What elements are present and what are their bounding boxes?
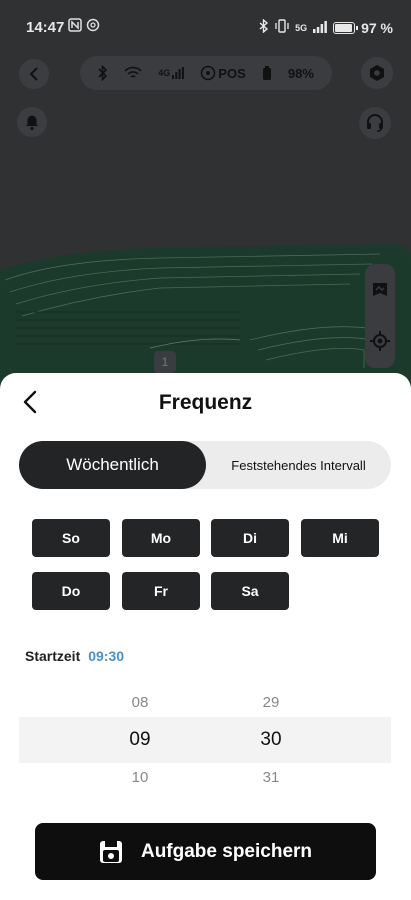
start-time-row: Startzeit 09:30 [25, 648, 124, 664]
time-picker[interactable]: 08 09 10 29 30 31 [19, 685, 391, 790]
zone-badge[interactable]: 1 [154, 351, 176, 373]
notifications-button[interactable] [17, 107, 47, 137]
wifi-icon [124, 66, 142, 80]
start-time-label: Startzeit [25, 648, 81, 664]
frequency-mode-toggle: Wöchentlich Feststehendes Intervall [19, 441, 391, 489]
save-task-label: Aufgabe speichern [140, 840, 313, 862]
minute-option-next[interactable]: 31 [241, 769, 301, 786]
minute-option-selected[interactable]: 30 [241, 729, 301, 751]
hour-option-next[interactable]: 10 [110, 769, 170, 786]
headset-icon [367, 114, 383, 132]
map-mode-icon[interactable] [372, 281, 388, 304]
sheet-title: Frequenz [158, 391, 253, 414]
hour-option-selected[interactable]: 09 [110, 729, 170, 751]
bell-icon [26, 115, 38, 131]
nfc-icon [68, 18, 82, 32]
signal-icon [313, 20, 327, 36]
picker-selection-band [19, 717, 391, 763]
frequency-sheet: Frequenz Wöchentlich Feststehendes Inter… [0, 373, 411, 900]
day-button-wednesday[interactable]: Mi [301, 519, 379, 557]
pos-icon: POS [200, 65, 246, 81]
4g-signal-icon: 4G [158, 67, 185, 79]
hexagon-settings-icon [370, 65, 384, 81]
map-back-button[interactable] [19, 59, 49, 89]
vibrate-icon [275, 19, 289, 36]
locate-icon[interactable] [370, 331, 390, 356]
day-button-sunday[interactable]: So [32, 519, 110, 557]
phone-battery-icon [333, 21, 359, 34]
start-time-value: 09:30 [88, 648, 125, 664]
status-time: 14:47 [26, 19, 65, 36]
battery-icon [262, 65, 272, 81]
phone-battery-percent: 97 % [361, 19, 393, 36]
minute-option-prev[interactable]: 29 [241, 694, 301, 711]
threads-icon [86, 18, 100, 32]
settings-button[interactable] [361, 57, 393, 89]
day-button-saturday[interactable]: Sa [211, 572, 289, 610]
tab-fixed-interval[interactable]: Feststehendes Intervall [206, 441, 391, 489]
bluetooth-status-icon [259, 18, 269, 36]
day-button-friday[interactable]: Fr [122, 572, 200, 610]
day-button-thursday[interactable]: Do [32, 572, 110, 610]
hour-option-prev[interactable]: 08 [110, 694, 170, 711]
status-bar: 14:47 5G 97 % [0, 0, 411, 56]
day-button-monday[interactable]: Mo [122, 519, 200, 557]
tab-weekly[interactable]: Wöchentlich [19, 441, 206, 489]
save-task-button[interactable]: Aufgabe speichern [35, 823, 376, 880]
day-button-tuesday[interactable]: Di [211, 519, 289, 557]
save-disk-icon [99, 840, 122, 863]
bluetooth-icon [98, 65, 108, 81]
support-button[interactable] [359, 107, 391, 139]
network-type: 5G [295, 22, 308, 33]
map-side-toolbar [365, 264, 395, 368]
device-status-bar[interactable]: 4G POS 98% [80, 56, 332, 90]
robot-battery-percent: 98% [287, 65, 314, 81]
